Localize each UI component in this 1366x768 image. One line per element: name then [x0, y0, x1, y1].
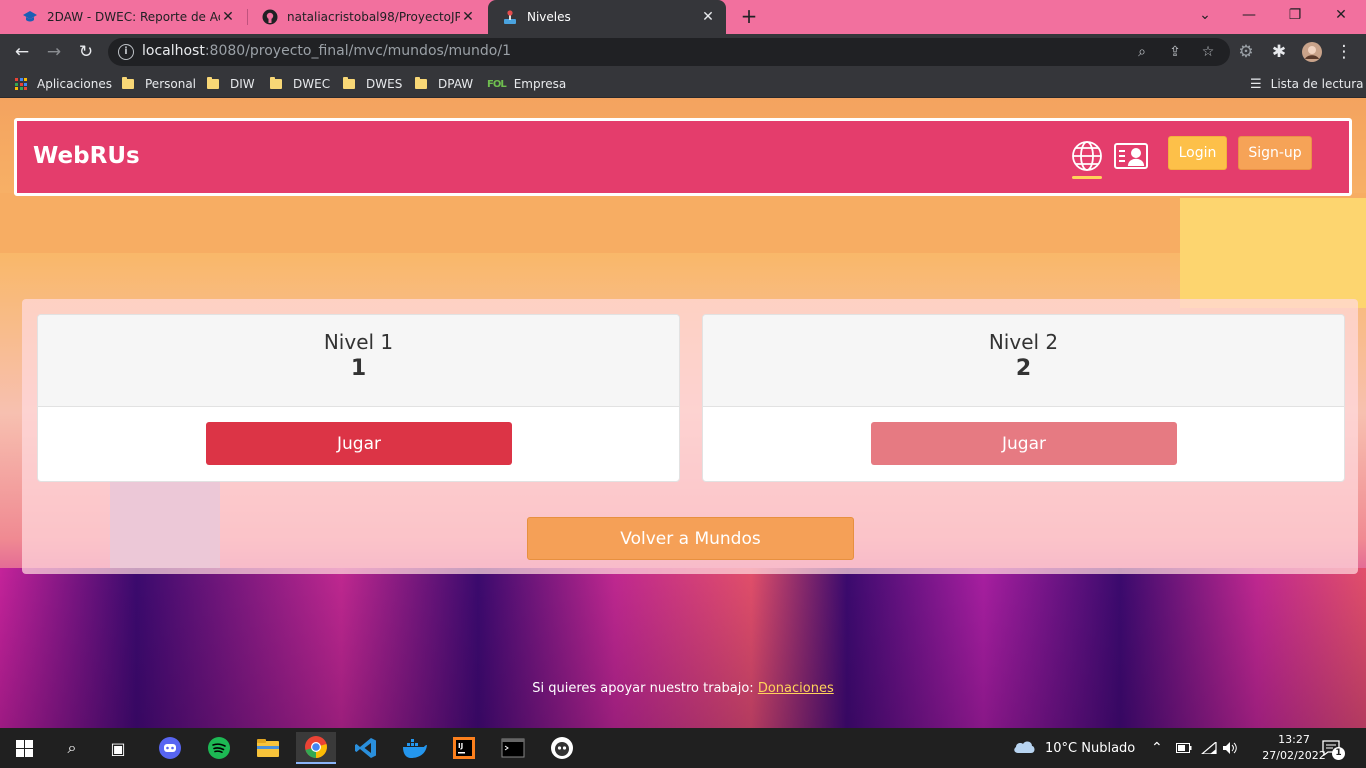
bookmark-empresa[interactable]: FOL Empresa — [487, 75, 566, 93]
bookmark-dpaw[interactable]: DPAW — [415, 75, 473, 93]
spotify-icon[interactable] — [199, 732, 239, 764]
back-to-worlds-button[interactable]: Volver a Mundos — [527, 517, 854, 560]
docker-icon[interactable] — [395, 732, 435, 764]
signup-button[interactable]: Sign-up — [1238, 136, 1312, 170]
login-button[interactable]: Login — [1168, 136, 1227, 170]
tab-search-icon[interactable]: ⌄ — [1182, 0, 1228, 30]
info-icon[interactable]: i — [118, 44, 134, 60]
notification-icon: 1 — [1322, 740, 1345, 760]
levels-panel: Nivel 1 1 Jugar Nivel 2 2 Jugar Volver a… — [22, 299, 1358, 574]
level-number: 1 — [350, 356, 367, 381]
bookmark-personal[interactable]: Personal — [122, 75, 196, 93]
task-view-icon[interactable]: ▣ — [98, 732, 138, 764]
vscode-icon[interactable] — [346, 732, 386, 764]
cloud-icon — [1012, 738, 1036, 758]
avatar[interactable] — [1298, 38, 1326, 66]
folder-icon — [415, 77, 427, 89]
menu-dots-icon[interactable]: ⋮ — [1330, 38, 1358, 66]
bookmarks-bar: Aplicaciones Personal DIW DWEC DWES DPAW… — [0, 70, 1366, 98]
puzzle-extensions-icon[interactable]: ✱ — [1265, 38, 1293, 66]
reading-list-icon: ☰ — [1250, 76, 1262, 92]
intellij-icon[interactable]: IJ — [444, 732, 484, 764]
folder-icon — [343, 77, 355, 89]
active-nav-indicator — [1072, 176, 1102, 179]
extension-gear-icon[interactable]: ⚙ — [1232, 38, 1260, 66]
weather-widget[interactable]: 10°C Nublado — [1012, 728, 1135, 768]
terminal-icon[interactable] — [493, 732, 533, 764]
minimize-button[interactable]: — — [1226, 0, 1272, 30]
donations-link[interactable]: Donaciones — [758, 681, 834, 696]
share-icon[interactable]: ⇪ — [1165, 42, 1185, 62]
notifications-button[interactable]: 1 — [1322, 728, 1345, 768]
play-level-2-button[interactable]: Jugar — [871, 422, 1177, 465]
battery-icon[interactable] — [1176, 728, 1192, 768]
play-level-1-button[interactable]: Jugar — [206, 422, 512, 465]
weather-text: 10°C Nublado — [1045, 740, 1136, 756]
browser-tab-strip: 2DAW - DWEC: Reporte de Activi ✕ natalia… — [0, 0, 1366, 34]
page-viewport: WebRUs Login Sign-up Nivel 1 1 Jugar Niv… — [0, 98, 1366, 728]
tab-dwec[interactable]: 2DAW - DWEC: Reporte de Activi ✕ — [8, 0, 246, 34]
apps-grid-icon — [15, 78, 27, 90]
notification-count: 1 — [1332, 747, 1345, 760]
svg-text:IJ: IJ — [458, 742, 463, 750]
url-text[interactable]: localhost:8080/proyecto_final/mvc/mundos… — [142, 43, 511, 59]
new-tab-button[interactable]: + — [737, 5, 761, 29]
windows-taskbar: ⌕ ▣ IJ 10°C Nublado ⌃ 13:27 27/02/2022 1 — [0, 728, 1366, 768]
close-icon[interactable]: ✕ — [460, 9, 476, 25]
bookmark-dwec[interactable]: DWEC — [270, 75, 330, 93]
background-forest-shade — [0, 568, 1366, 728]
cat-app-icon[interactable] — [542, 732, 582, 764]
level-card-1: Nivel 1 1 Jugar — [37, 314, 680, 482]
contact-card-icon[interactable] — [1113, 139, 1148, 173]
bookmark-apps[interactable]: Aplicaciones — [15, 75, 112, 93]
discord-icon[interactable] — [150, 732, 190, 764]
level-card-header: Nivel 1 1 — [38, 315, 679, 407]
tab-title: nataliacristobal98/ProyectoJPA: P — [287, 10, 460, 24]
address-bar[interactable]: i localhost:8080/proyecto_final/mvc/mund… — [108, 38, 1230, 66]
folder-icon — [270, 77, 282, 89]
wifi-icon[interactable] — [1201, 728, 1217, 768]
bookmark-diw[interactable]: DIW — [207, 75, 255, 93]
speaker-icon[interactable] — [1222, 728, 1238, 768]
close-icon[interactable]: ✕ — [700, 9, 716, 25]
reload-icon[interactable]: ↻ — [72, 38, 100, 66]
search-icon[interactable]: ⌕ — [52, 732, 92, 764]
fol-logo-icon: FOL — [487, 78, 507, 90]
level-title: Nivel 2 — [988, 330, 1059, 354]
bookmark-dwes[interactable]: DWES — [343, 75, 402, 93]
background-sky-band — [0, 193, 1366, 253]
level-card-2: Nivel 2 2 Jugar — [702, 314, 1345, 482]
level-title: Nivel 1 — [323, 330, 394, 354]
tab-github[interactable]: nataliacristobal98/ProyectoJPA: P ✕ — [248, 0, 486, 34]
folder-icon — [122, 77, 134, 89]
chrome-icon[interactable] — [296, 732, 336, 764]
chevron-up-icon[interactable]: ⌃ — [1151, 728, 1163, 768]
restore-button[interactable]: ❐ — [1272, 0, 1318, 30]
close-window-button[interactable]: ✕ — [1318, 0, 1364, 30]
site-footer: Si quieres apoyar nuestro trabajo: Donac… — [0, 681, 1366, 696]
site-brand[interactable]: WebRUs — [33, 143, 140, 169]
graduation-cap-icon — [22, 9, 38, 25]
forward-arrow-icon[interactable]: → — [40, 38, 68, 66]
github-icon — [262, 9, 278, 25]
joystick-icon — [502, 9, 518, 25]
level-card-header: Nivel 2 2 — [703, 315, 1344, 407]
tab-title: Niveles — [527, 10, 571, 24]
tab-title: 2DAW - DWEC: Reporte de Activi — [47, 10, 220, 24]
globe-icon[interactable] — [1070, 139, 1104, 173]
footer-text: Si quieres apoyar nuestro trabajo: — [532, 681, 754, 696]
tab-niveles[interactable]: Niveles ✕ — [488, 0, 726, 34]
windows-start-icon[interactable] — [4, 732, 44, 764]
zoom-icon[interactable]: ⌕ — [1132, 42, 1152, 62]
back-arrow-icon[interactable]: ← — [8, 38, 36, 66]
level-number: 2 — [1015, 356, 1032, 381]
close-icon[interactable]: ✕ — [220, 9, 236, 25]
background-light-band — [1180, 198, 1366, 308]
reading-list-button[interactable]: ☰ Lista de lectura — [1250, 75, 1364, 93]
site-navbar: WebRUs Login Sign-up — [14, 118, 1352, 196]
file-explorer-icon[interactable] — [248, 732, 288, 764]
folder-icon — [207, 77, 219, 89]
bookmark-star-icon[interactable]: ☆ — [1198, 42, 1218, 62]
